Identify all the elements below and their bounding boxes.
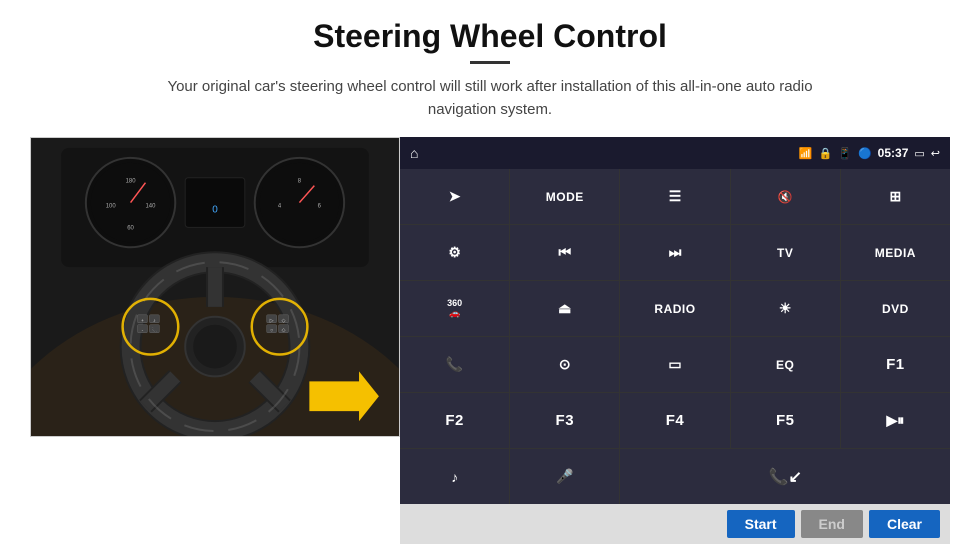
svg-text:◇: ◇ xyxy=(282,328,286,334)
svg-text:+: + xyxy=(141,319,144,324)
mute-btn[interactable]: 🔇 xyxy=(731,169,840,224)
list-btn[interactable]: ☰ xyxy=(620,169,729,224)
nav-btn[interactable]: ➤ xyxy=(400,169,509,224)
action-bar: Start End Clear xyxy=(400,504,950,544)
bluetooth-icon: 🔵 xyxy=(858,147,872,160)
dvd-btn[interactable]: DVD xyxy=(841,281,950,336)
mic-btn[interactable]: 🎤 xyxy=(510,449,619,504)
display-icon: ▭ xyxy=(914,147,924,160)
car-image: 180 100 140 60 8 4 6 0 xyxy=(30,137,400,437)
page: Steering Wheel Control Your original car… xyxy=(0,0,980,544)
title-divider xyxy=(470,61,510,64)
svg-text:0: 0 xyxy=(212,205,218,216)
screen-btn[interactable]: ▭ xyxy=(620,337,729,392)
next-btn[interactable]: ⏭ xyxy=(620,225,729,280)
settings-btn[interactable]: ⚙ xyxy=(400,225,509,280)
brightness-btn[interactable]: ☀ xyxy=(731,281,840,336)
phone-btn[interactable]: 📞 xyxy=(400,337,509,392)
content-row: 180 100 140 60 8 4 6 0 xyxy=(30,137,950,544)
music-btn[interactable]: ♪ xyxy=(400,449,509,504)
f4-btn[interactable]: F4 xyxy=(620,393,729,448)
svg-text:♪: ♪ xyxy=(153,319,155,324)
eject-btn[interactable]: ⏏ xyxy=(510,281,619,336)
svg-text:180: 180 xyxy=(126,179,137,185)
page-subtitle: Your original car's steering wheel contr… xyxy=(150,76,830,121)
svg-text:60: 60 xyxy=(127,225,134,231)
f5-btn[interactable]: F5 xyxy=(731,393,840,448)
media-btn[interactable]: MEDIA xyxy=(841,225,950,280)
sim-icon: 📱 xyxy=(838,147,852,160)
mode-btn[interactable]: MODE xyxy=(510,169,619,224)
page-title: Steering Wheel Control xyxy=(313,18,667,55)
svg-text:○: ○ xyxy=(270,329,273,334)
button-grid: ➤ MODE ☰ 🔇 ⊞ ⚙ ⏮ ⏭ TV MEDIA 360 🚗 ⏏ RADI… xyxy=(400,169,950,504)
start-button[interactable]: Start xyxy=(727,510,795,538)
playpause-btn[interactable]: ▶⏸ xyxy=(841,393,950,448)
lock-icon: 🔒 xyxy=(819,147,833,160)
clear-button[interactable]: Clear xyxy=(869,510,940,538)
end-button[interactable]: End xyxy=(801,510,863,538)
cam360-btn[interactable]: 360 🚗 xyxy=(400,281,509,336)
back-icon[interactable]: ↩ xyxy=(931,147,940,160)
svg-text:◇: ◇ xyxy=(282,318,286,324)
svg-text:▷: ▷ xyxy=(270,318,274,324)
svg-text:100: 100 xyxy=(106,204,117,210)
prev-btn[interactable]: ⏮ xyxy=(510,225,619,280)
status-left: ⌂ xyxy=(410,145,418,161)
wifi-icon: 📶 xyxy=(799,147,813,160)
call-btn[interactable]: 📞↙ xyxy=(620,449,950,504)
f1-btn[interactable]: F1 xyxy=(841,337,950,392)
home-icon[interactable]: ⌂ xyxy=(410,145,418,161)
f3-btn[interactable]: F3 xyxy=(510,393,619,448)
svg-text:140: 140 xyxy=(145,204,156,210)
time-display: 05:37 xyxy=(878,146,909,160)
status-right: 📶 🔒 📱 🔵 05:37 ▭ ↩ xyxy=(799,146,940,160)
radio-btn[interactable]: RADIO xyxy=(620,281,729,336)
control-panel: ⌂ 📶 🔒 📱 🔵 05:37 ▭ ↩ ➤ MODE ☰ 🔇 xyxy=(400,137,950,544)
nav2-btn[interactable]: ⊙ xyxy=(510,337,619,392)
tv-btn[interactable]: TV xyxy=(731,225,840,280)
svg-text:📞: 📞 xyxy=(151,327,158,334)
apps-btn[interactable]: ⊞ xyxy=(841,169,950,224)
status-bar: ⌂ 📶 🔒 📱 🔵 05:37 ▭ ↩ xyxy=(400,137,950,169)
eq-btn[interactable]: EQ xyxy=(731,337,840,392)
f2-btn[interactable]: F2 xyxy=(400,393,509,448)
